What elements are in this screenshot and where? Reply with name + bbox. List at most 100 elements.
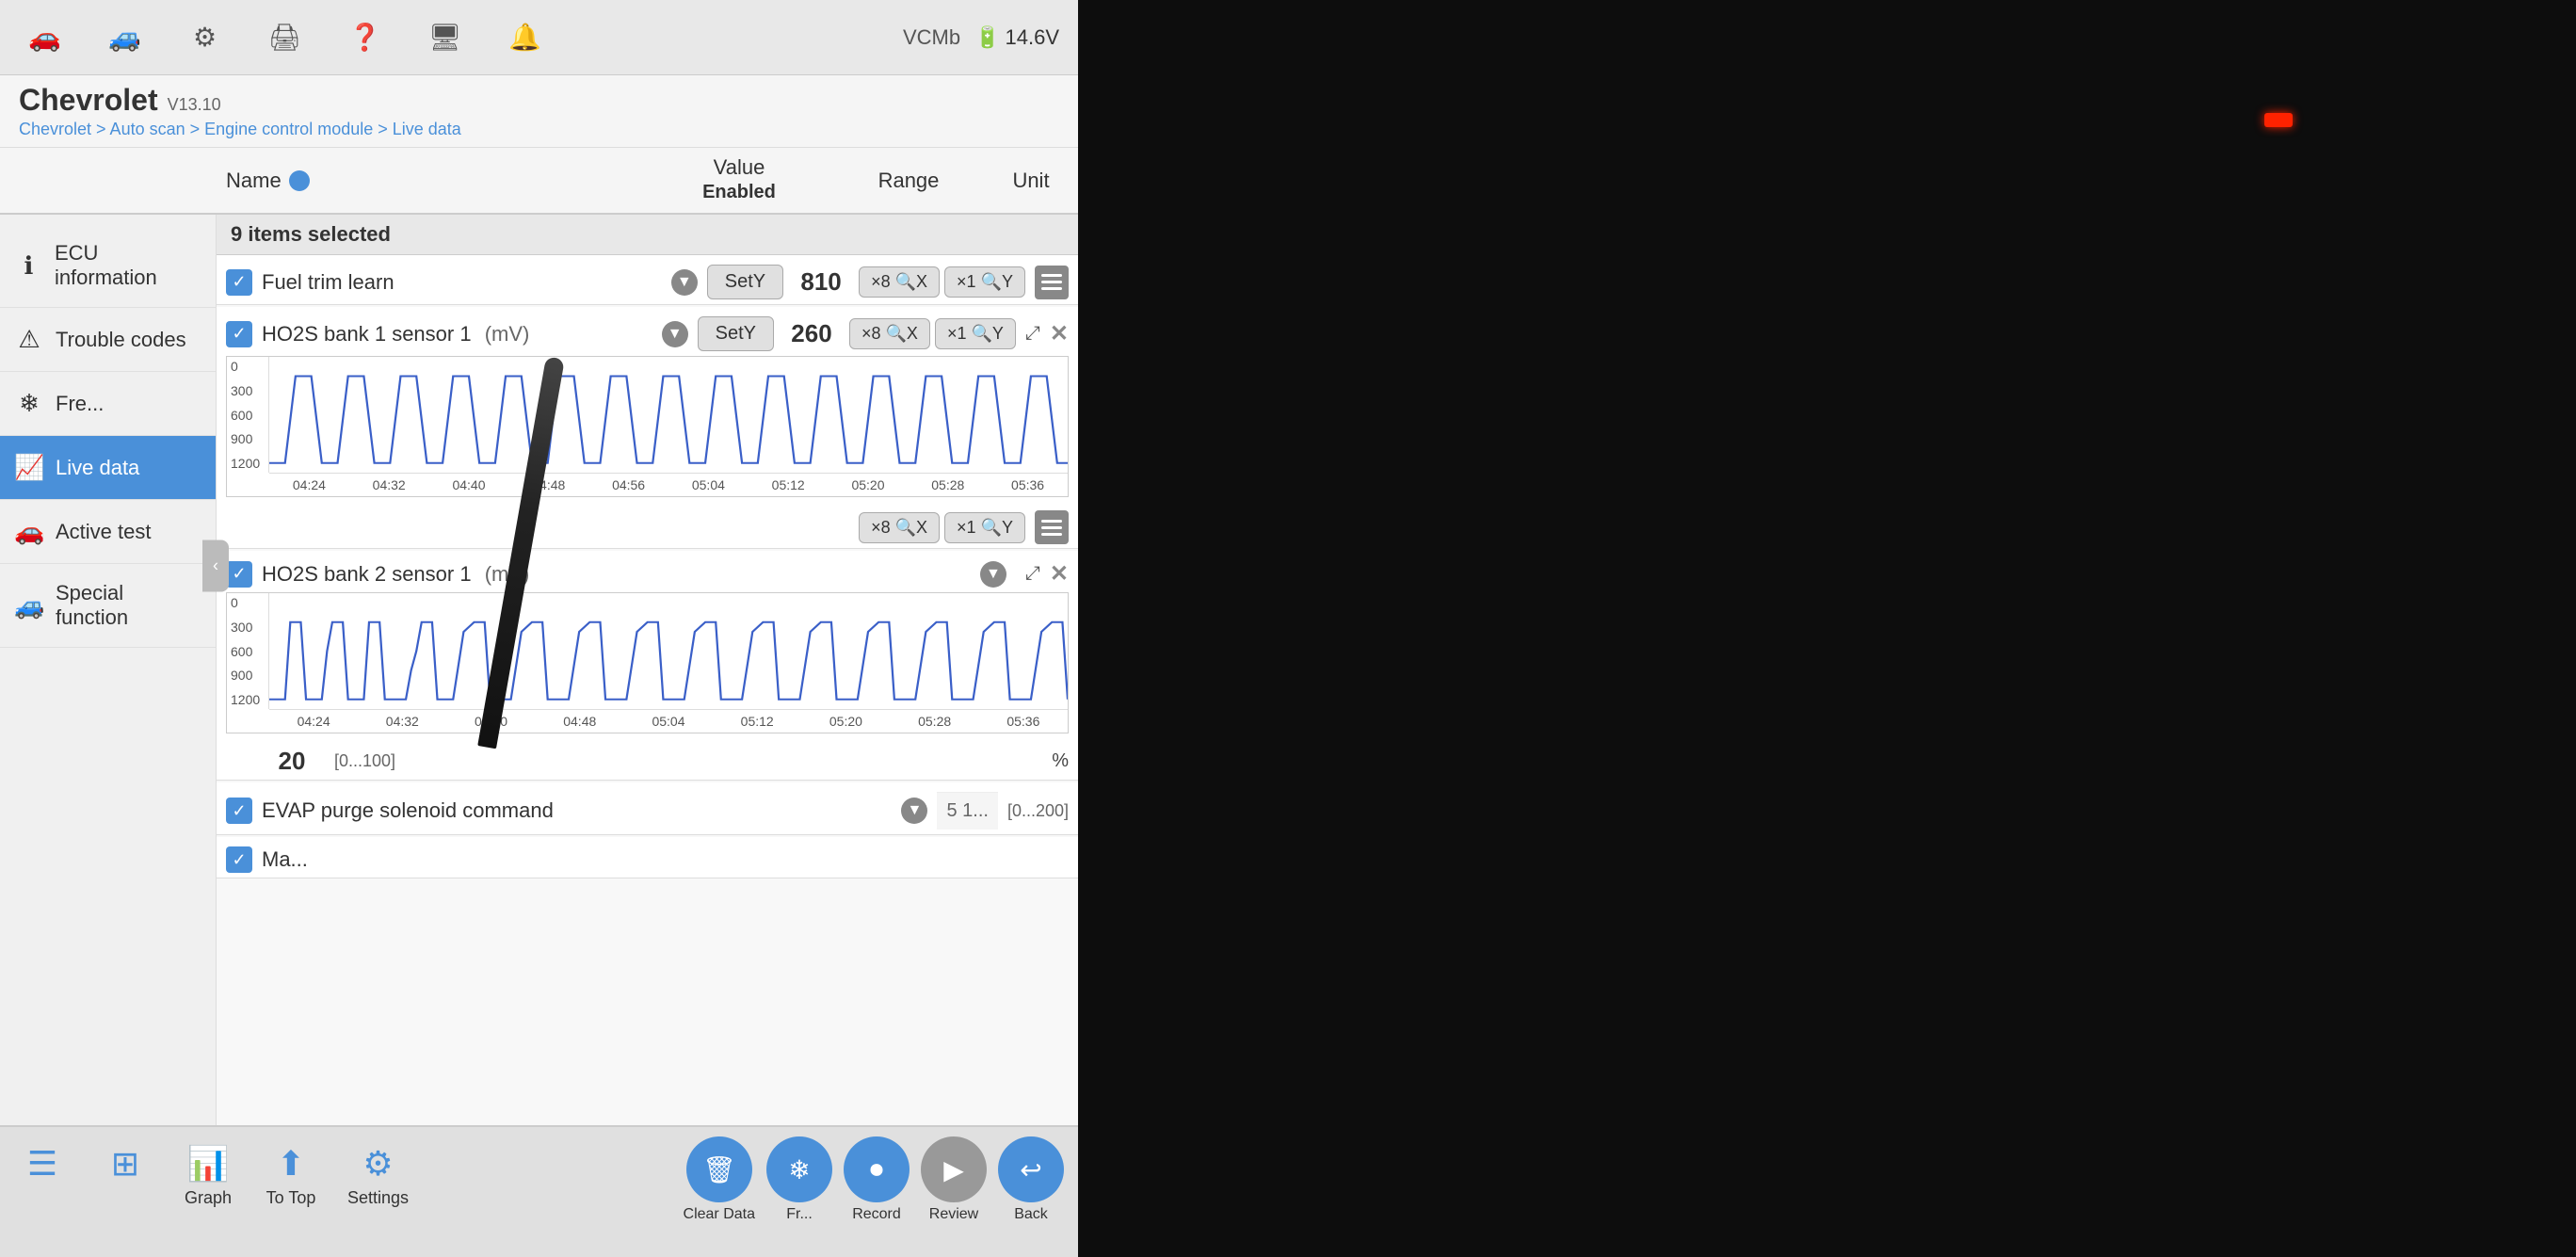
zoom-row-bank1: ×8 🔍X ×1 🔍Y [217, 507, 1078, 548]
graph-container-bank1: 1200 900 600 300 0 [226, 356, 1069, 497]
zoom-x1-ho2s-bank1[interactable]: ×1 🔍Y [935, 318, 1016, 349]
clear-data-label: Clear Data [684, 1206, 755, 1223]
print-icon[interactable]: 🖨 [259, 11, 311, 63]
activetest-icon: 🚗 [14, 517, 44, 546]
graph-icon: 📊 [187, 1144, 230, 1184]
partial-value-evap: 5 1... [937, 792, 997, 830]
graph-container-bank2: 1200 900 600 300 0 [226, 592, 1069, 733]
checkbox-ho2s-bank1[interactable]: ✓ [226, 321, 252, 347]
data-rows-container: ✓ Fuel trim learn ▼ SetY 810 ×8 🔍X ×1 🔍Y [217, 255, 1078, 1125]
zoom-x1-bank1-b[interactable]: ×1 🔍Y [944, 512, 1025, 543]
items-bar: 9 items selected [217, 215, 1078, 255]
row-fuel-trim-header: ✓ Fuel trim learn ▼ SetY 810 ×8 🔍X ×1 🔍Y [217, 255, 1078, 304]
graph-ho2s-bank2: 1200 900 600 300 0 [217, 592, 1078, 743]
help-icon[interactable]: ❓ [339, 11, 391, 63]
zoom-x8-bank1-b[interactable]: ×8 🔍X [859, 512, 940, 543]
partial-range-evap: [0...200] [1007, 801, 1069, 821]
trouble-icon: ⚠ [14, 325, 44, 354]
sidebar-label-trouble: Trouble codes [56, 328, 186, 352]
graph-svg-bank2 [269, 593, 1068, 709]
settings-icon[interactable]: ⚙ [179, 11, 231, 63]
battery-icon: 🔋 [974, 25, 1000, 50]
expand-ho2s-bank1[interactable]: ⤢ [1025, 323, 1040, 345]
screen-icon[interactable]: 🖥 [419, 11, 471, 63]
sety-btn-fuel-trim[interactable]: SetY [707, 265, 783, 299]
info-icon: ℹ [14, 251, 43, 281]
zoom-x8-ho2s-bank1[interactable]: ×8 🔍X [849, 318, 930, 349]
row-controls-fuel-trim: SetY 810 ×8 🔍X ×1 🔍Y [707, 265, 1069, 299]
sidebar-label-freeze: Fre... [56, 392, 104, 416]
row-controls-ho2s-bank1: SetY 260 ×8 🔍X ×1 🔍Y [698, 316, 1016, 351]
row-controls-evap: 5 1... [0...200] [937, 792, 1069, 830]
zoom-x8-fuel-trim[interactable]: ×8 🔍X [859, 266, 940, 298]
zoom-controls-ho2s-bank1: ×8 🔍X ×1 🔍Y [849, 318, 1016, 349]
x-axis-bank1: 04:24 04:32 04:40 04:48 04:56 05:04 05:1… [269, 473, 1068, 496]
zoom-controls-fuel-trim: ×8 🔍X ×1 🔍Y [859, 266, 1025, 298]
back-label: Back [1014, 1206, 1048, 1223]
notification-icon[interactable]: 🔔 [499, 11, 551, 63]
sidebar-item-freeze[interactable]: ❄ Fre... [0, 372, 216, 436]
content-area: ℹ ECU information ⚠ Trouble codes ❄ Fre.… [0, 215, 1078, 1125]
clear-data-btn[interactable]: 🗑 [686, 1136, 752, 1202]
car-alt-icon[interactable]: 🚙 [99, 11, 151, 63]
car-icon[interactable]: 🚗 [19, 11, 71, 63]
sidebar-label-ecu: ECU information [55, 241, 201, 290]
gear-settings-icon: ⚙ [362, 1144, 393, 1184]
all-items-btn[interactable]: ⊞ [88, 1136, 163, 1196]
list-view-btn[interactable]: ☰ [5, 1136, 80, 1196]
row-name-ho2s-bank1: HO2S bank 1 sensor 1 (mV) [262, 322, 652, 346]
sidebar-item-special[interactable]: 🚙 Special function [0, 564, 216, 648]
dropdown-ho2s-bank1[interactable]: ▼ [662, 321, 688, 347]
row-name-fuel-trim: Fuel trim learn [262, 270, 662, 295]
graph-label: Graph [185, 1188, 232, 1208]
freeze-action: ❄ Fr... [766, 1136, 832, 1223]
dropdown-fuel-trim[interactable]: ▼ [671, 269, 698, 296]
back-action: ↩ Back [998, 1136, 1064, 1223]
review-action: ▶ Review [921, 1136, 987, 1223]
checkbox-fuel-trim[interactable]: ✓ [226, 269, 252, 296]
dropdown-evap[interactable]: ▼ [901, 798, 927, 824]
x-axis-bank2: 04:24 04:32 04:40 04:48 05:04 05:12 05:2… [269, 709, 1068, 733]
value-ho2s-bank1: 260 [783, 319, 840, 348]
to-top-btn[interactable]: ⬆ To Top [253, 1136, 329, 1216]
graph-view-btn[interactable]: 📊 Graph [170, 1136, 246, 1216]
row-extra-bank2: 20 [0...100] % [217, 743, 1078, 780]
row-name-evap: EVAP purge solenoid command [262, 798, 892, 823]
record-btn[interactable]: ⏺ [844, 1136, 910, 1202]
checkbox-partial[interactable]: ✓ [226, 846, 252, 873]
top-toolbar: 🚗 🚙 ⚙ 🖨 ❓ 🖥 🔔 VCMb 🔋 14.6V [0, 0, 1078, 75]
freeze-icon: ❄ [14, 389, 44, 418]
sidebar-item-livedata[interactable]: 📈 Live data [0, 436, 216, 500]
livedata-icon: 📈 [14, 453, 44, 482]
menu-btn-bank1[interactable] [1035, 510, 1069, 544]
review-btn[interactable]: ▶ [921, 1136, 987, 1202]
freeze-btn[interactable]: ❄ [766, 1136, 832, 1202]
row-ho2s-bank1: ✓ HO2S bank 1 sensor 1 (mV) ▼ SetY 260 ×… [217, 307, 1078, 549]
tablet-screen: 🚗 🚙 ⚙ 🖨 ❓ 🖥 🔔 VCMb 🔋 14.6V Chevrolet V13… [0, 0, 1078, 1257]
sidebar-item-ecu[interactable]: ℹ ECU information [0, 224, 216, 308]
row-fuel-trim: ✓ Fuel trim learn ▼ SetY 810 ×8 🔍X ×1 🔍Y [217, 255, 1078, 305]
row-partial: ✓ Ma... [217, 837, 1078, 878]
row-evap: ✓ EVAP purge solenoid command ▼ 5 1... [… [217, 782, 1078, 835]
checkbox-ho2s-bank2[interactable]: ✓ [226, 561, 252, 588]
sidebar-item-activetest[interactable]: 🚗 Active test [0, 500, 216, 564]
sidebar-collapse-arrow[interactable]: ‹ [202, 540, 229, 591]
back-btn[interactable]: ↩ [998, 1136, 1064, 1202]
checkbox-evap[interactable]: ✓ [226, 798, 252, 824]
close-ho2s-bank2[interactable]: ✕ [1050, 560, 1069, 588]
list-icon: ☰ [27, 1144, 57, 1184]
menu-btn-fuel-trim[interactable] [1035, 266, 1069, 299]
record-label: Record [852, 1206, 901, 1223]
unit-ho2s-bank2: % [1052, 750, 1069, 772]
graph-svg-bank1 [269, 357, 1068, 473]
unit-suffix-bank1: (mV) [485, 322, 530, 346]
sidebar-item-trouble[interactable]: ⚠ Trouble codes [0, 308, 216, 372]
dropdown-ho2s-bank2[interactable]: ▼ [980, 561, 1006, 588]
row-name-ho2s-bank2: HO2S bank 2 sensor 1 (mV) [262, 562, 971, 587]
breadcrumb[interactable]: Chevrolet > Auto scan > Engine control m… [19, 120, 1059, 139]
sety-btn-ho2s-bank1[interactable]: SetY [698, 316, 774, 351]
settings-btn[interactable]: ⚙ Settings [336, 1136, 420, 1216]
close-ho2s-bank1[interactable]: ✕ [1050, 320, 1069, 347]
expand-ho2s-bank2[interactable]: ⤢ [1025, 563, 1040, 585]
zoom-x1-fuel-trim[interactable]: ×1 🔍Y [944, 266, 1025, 298]
